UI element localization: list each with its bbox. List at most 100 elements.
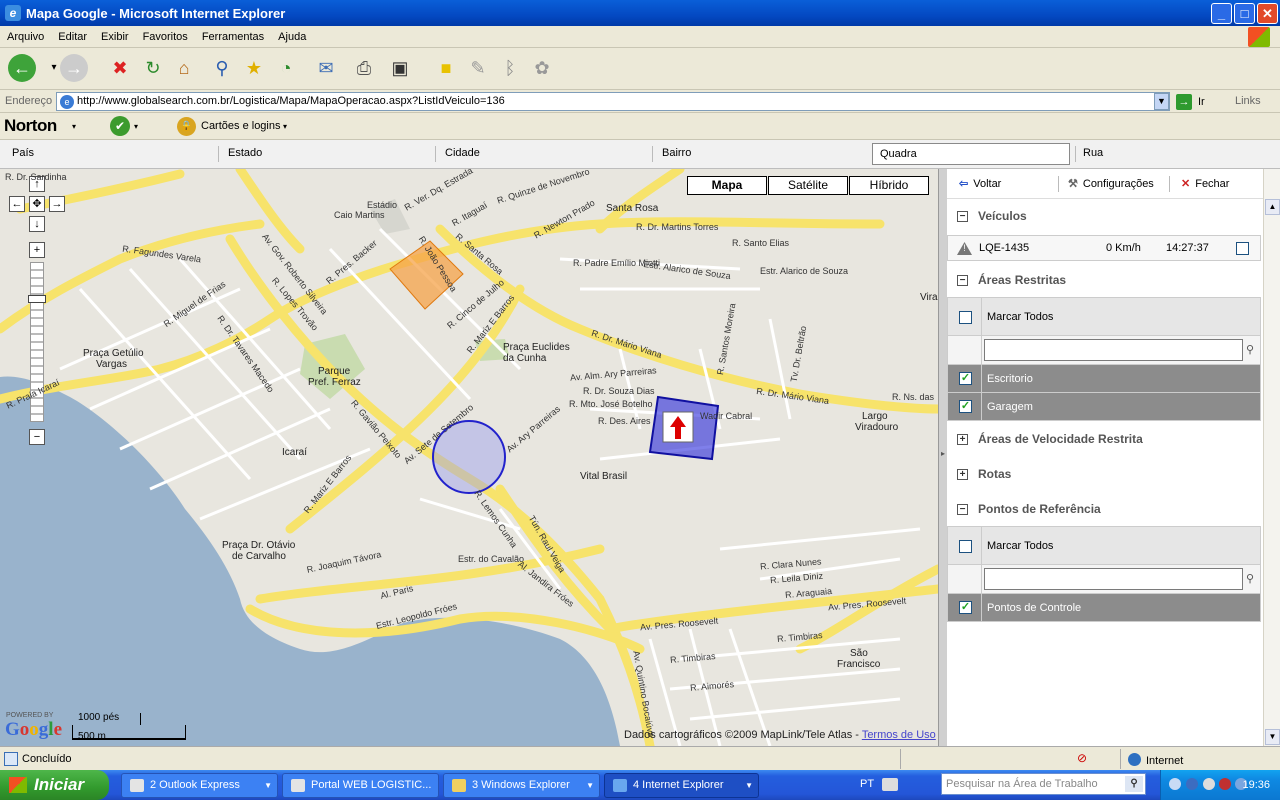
menu-editar[interactable]: Editar	[51, 31, 94, 43]
menu-favoritos[interactable]: Favoritos	[136, 31, 195, 43]
voltar-button[interactable]: ⇦ Voltar	[959, 177, 1001, 190]
terms-link[interactable]: Termos de Uso	[862, 729, 936, 741]
forward-icon[interactable]: →	[60, 54, 88, 82]
zoom-out-icon[interactable]: −	[29, 429, 45, 445]
start-button[interactable]: Iniciar	[0, 770, 109, 800]
norton-brand[interactable]: Norton	[4, 116, 57, 136]
areas-mark-all-checkbox[interactable]	[959, 311, 972, 324]
print-icon[interactable]: ⎙	[350, 54, 378, 82]
tray-arrow-icon[interactable]	[1169, 778, 1181, 790]
keyboard-icon[interactable]	[882, 778, 898, 791]
zoom-slider-thumb[interactable]	[28, 295, 46, 303]
section-veiculos[interactable]: − Veículos	[947, 202, 1263, 230]
menu-ferramentas[interactable]: Ferramentas	[195, 31, 271, 43]
google-logo[interactable]: Google	[5, 719, 62, 741]
favorites-icon[interactable]: ★	[240, 54, 268, 82]
filter-bairro[interactable]: Bairro	[662, 147, 691, 159]
norton-tray-icon[interactable]	[1219, 778, 1231, 790]
edit-icon[interactable]: ▣	[386, 54, 414, 82]
close-button[interactable]: ✕	[1257, 3, 1278, 24]
menu-ajuda[interactable]: Ajuda	[271, 31, 313, 43]
expand-icon[interactable]: +	[957, 434, 968, 445]
address-input[interactable]: e http://www.globalsearch.com.br/Logisti…	[56, 92, 1170, 111]
links-button[interactable]: Links	[1235, 95, 1261, 107]
menu-arquivo[interactable]: Arquivo	[0, 31, 51, 43]
pan-right-icon[interactable]: →	[49, 196, 65, 212]
filter-estado[interactable]: Estado	[228, 147, 262, 159]
zoom-in-icon[interactable]: +	[29, 242, 45, 258]
map-type-mapa-button[interactable]: Mapa	[687, 176, 767, 195]
vehicle-checkbox[interactable]	[1236, 242, 1249, 255]
expand-icon[interactable]: +	[957, 469, 968, 480]
network-icon[interactable]	[1186, 778, 1198, 790]
search-icon[interactable]: ⚲	[1125, 776, 1143, 792]
area-row-escritorio[interactable]: ✓ Escritorio	[947, 364, 1261, 393]
pin-icon[interactable]: ⚲	[1246, 343, 1254, 356]
pontos-mark-all-checkbox[interactable]	[959, 540, 972, 553]
panel-splitter[interactable]: ▸	[938, 169, 947, 746]
group-dropdown-icon[interactable]: ▼	[745, 774, 753, 797]
back-icon[interactable]: ←	[8, 54, 36, 82]
security-zone[interactable]: Internet	[1128, 753, 1183, 767]
areas-search-input[interactable]	[984, 339, 1243, 361]
map-type-hibrido-button[interactable]: Híbrido	[849, 176, 929, 195]
escritorio-checkbox[interactable]: ✓	[959, 372, 972, 385]
maximize-button[interactable]: □	[1234, 3, 1255, 24]
bluetooth-icon[interactable]: ᛒ	[496, 54, 524, 82]
cards-dropdown-icon[interactable]: ▾	[283, 122, 287, 131]
ponto-row-controle[interactable]: ✓ Pontos de Controle	[947, 593, 1261, 622]
research-icon[interactable]: ✿	[528, 54, 556, 82]
taskbar-outlook[interactable]: 2 Outlook Express ▼	[121, 773, 278, 798]
minimize-button[interactable]: _	[1211, 3, 1232, 24]
scroll-up-icon[interactable]: ▲	[1265, 199, 1280, 215]
google-map[interactable]: Mapa Satélite Híbrido ↑ ← ✥ → ↓ + − R. D…	[0, 169, 938, 746]
norton-check-dropdown-icon[interactable]: ▾	[134, 122, 138, 131]
pin-icon[interactable]: ⚲	[1246, 572, 1254, 585]
language-indicator[interactable]: PT	[860, 778, 874, 790]
vehicle-row[interactable]: ! LQE-1435 0 Km/h 14:27:37	[947, 235, 1261, 261]
map-type-satelite-button[interactable]: Satélite	[768, 176, 848, 195]
clock[interactable]: 19:36	[1242, 779, 1270, 791]
filter-rua[interactable]: Rua	[1083, 147, 1103, 159]
search-icon[interactable]: ⚲	[208, 54, 236, 82]
scroll-down-icon[interactable]: ▼	[1265, 729, 1280, 745]
volume-icon[interactable]	[1203, 778, 1215, 790]
pontos-controle-checkbox[interactable]: ✓	[959, 601, 972, 614]
taskbar-internet-explorer[interactable]: 4 Internet Explorer ▼	[604, 773, 759, 798]
collapse-icon[interactable]: −	[957, 504, 968, 515]
section-rotas[interactable]: + Rotas	[947, 460, 1263, 488]
norton-dropdown-icon[interactable]: ▾	[72, 122, 76, 131]
desktop-search-input[interactable]: Pesquisar na Área de Trabalho ⚲	[941, 773, 1146, 795]
cards-logins-button[interactable]: Cartões e logins	[201, 120, 281, 132]
pontos-search-input[interactable]	[984, 568, 1243, 590]
area-row-garagem[interactable]: ✓ Garagem	[947, 392, 1261, 421]
filter-quadra-input[interactable]: Quadra	[872, 143, 1070, 165]
refresh-icon[interactable]: ↻	[139, 54, 167, 82]
privacy-icon[interactable]: ⊘	[1077, 751, 1095, 767]
section-pontos[interactable]: − Pontos de Referência	[947, 495, 1263, 523]
collapse-icon[interactable]: −	[957, 275, 968, 286]
messenger-icon[interactable]: ✎	[464, 54, 492, 82]
history-icon[interactable]: ◔	[272, 54, 300, 82]
splitter-arrow-icon[interactable]: ▸	[941, 449, 945, 458]
stop-icon[interactable]: ✖	[106, 54, 134, 82]
collapse-icon[interactable]: −	[957, 211, 968, 222]
note-icon[interactable]: ■	[432, 54, 460, 82]
section-velocidade[interactable]: + Áreas de Velocidade Restrita	[947, 425, 1263, 453]
taskbar-portal-word[interactable]: Portal WEB LOGISTIC...	[282, 773, 439, 798]
norton-check-icon[interactable]: ✔	[110, 116, 130, 136]
address-dropdown-icon[interactable]: ▼	[1154, 93, 1169, 110]
section-areas-restritas[interactable]: − Áreas Restritas	[947, 266, 1263, 294]
configuracoes-button[interactable]: ⚒ Configurações	[1068, 177, 1154, 190]
pan-left-icon[interactable]: ←	[9, 196, 25, 212]
pan-down-icon[interactable]: ↓	[29, 216, 45, 232]
group-dropdown-icon[interactable]: ▼	[264, 774, 272, 797]
group-dropdown-icon[interactable]: ▼	[586, 774, 594, 797]
pan-center-icon[interactable]: ✥	[29, 196, 45, 212]
go-button[interactable]: → Ir	[1176, 93, 1226, 111]
filter-cidade[interactable]: Cidade	[445, 147, 480, 159]
garagem-checkbox[interactable]: ✓	[959, 400, 972, 413]
filter-pais[interactable]: País	[12, 147, 34, 159]
fechar-button[interactable]: ✕ Fechar	[1181, 177, 1229, 190]
mail-icon[interactable]: ✉	[312, 54, 340, 82]
